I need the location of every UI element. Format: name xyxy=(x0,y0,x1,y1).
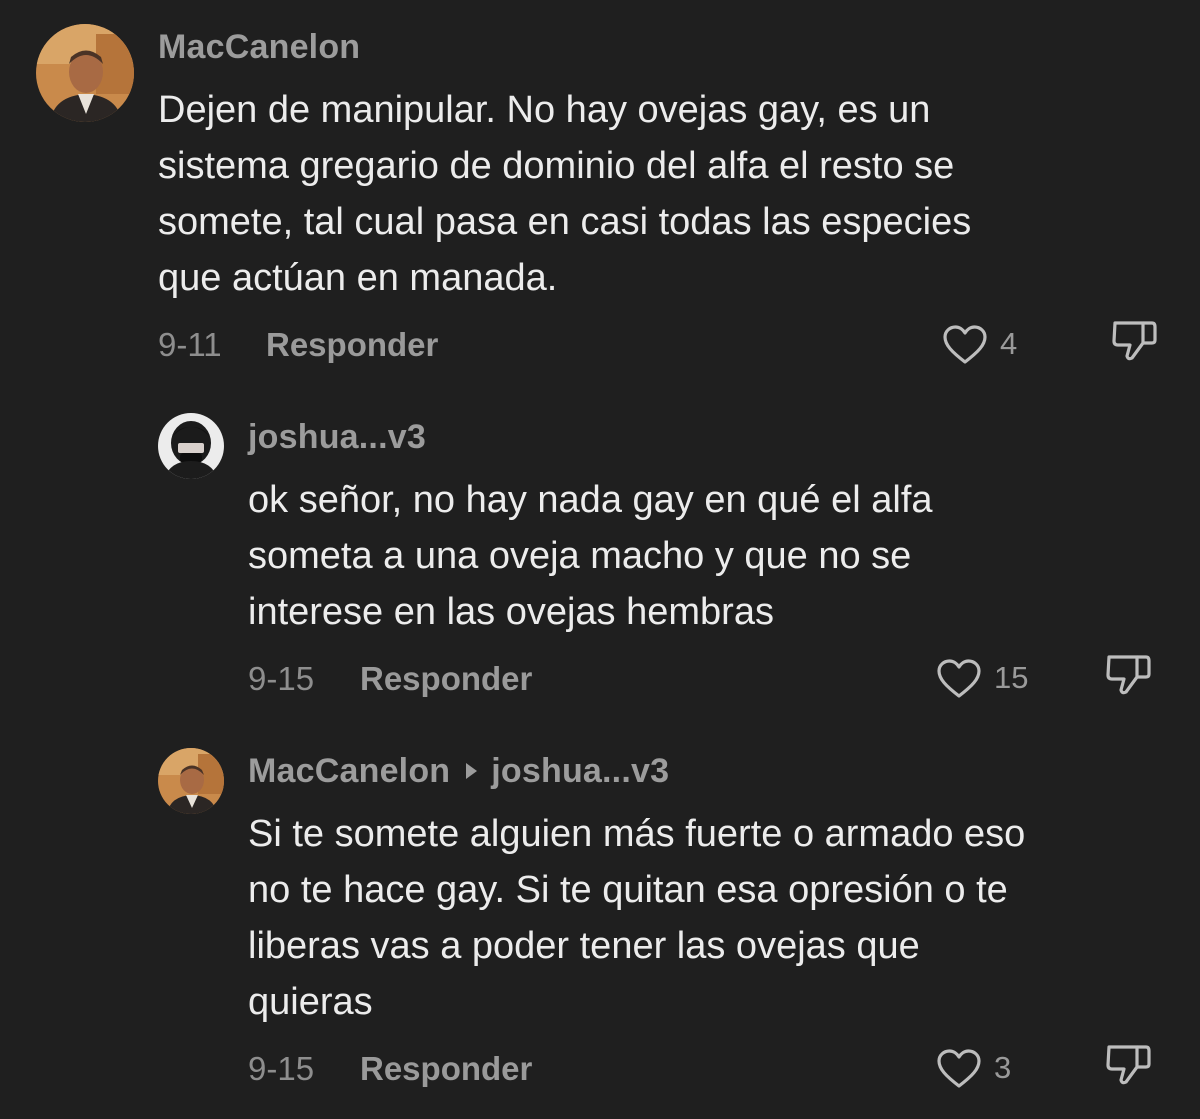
avatar[interactable] xyxy=(158,748,224,814)
comment-date: 9-11 xyxy=(158,326,222,363)
comment-line: someta a una oveja macho y que no se xyxy=(248,535,912,577)
comment-line: somete, tal cual pasa en casi todas las … xyxy=(158,201,972,243)
comment-meta: 9-15 Responder 3 xyxy=(248,1045,1168,1090)
comment-line: quieras xyxy=(248,981,373,1023)
reply-button[interactable]: Responder xyxy=(266,326,438,364)
heart-outline-icon xyxy=(943,325,987,364)
comment-text: Dejen de manipular. No hay ovejas gay, e… xyxy=(158,82,971,306)
heart-outline-icon xyxy=(937,1049,981,1088)
thumbs-down-outline-icon xyxy=(1106,655,1151,695)
comment-line: Dejen de manipular. No hay ovejas gay, e… xyxy=(158,89,931,131)
thumbs-down-outline-icon xyxy=(1106,1045,1151,1085)
comment-line: Si te somete alguien más fuerte o armado… xyxy=(248,813,1026,855)
thumbs-down-outline-icon xyxy=(1112,321,1157,361)
comment-line: no te hace gay. Si te quitan esa opresió… xyxy=(248,869,1008,911)
comment-date: 9-15 xyxy=(248,660,315,697)
comment-meta: 9-15 Responder 15 xyxy=(248,655,1168,700)
like-count: 15 xyxy=(994,660,1029,695)
reply-to-username[interactable]: joshua...v3 xyxy=(491,752,669,790)
username[interactable]: MacCanelon xyxy=(158,28,360,67)
comment-line: que actúan en manada. xyxy=(158,257,558,299)
comment-line: ok señor, no hay nada gay en qué el alfa xyxy=(248,479,933,521)
comment-date: 9-15 xyxy=(248,1050,315,1087)
comment-line: interese en las ovejas hembras xyxy=(248,591,774,633)
avatar[interactable] xyxy=(158,413,224,479)
dislike-button[interactable] xyxy=(1110,318,1158,372)
dislike-button[interactable] xyxy=(1104,652,1152,706)
username-with-reply-target: MacCanelon joshua...v3 xyxy=(248,752,669,791)
comment-line: sistema gregario de dominio del alfa el … xyxy=(158,145,955,187)
reply-arrow-icon xyxy=(466,763,478,779)
comment-text: Si te somete alguien más fuerte o armado… xyxy=(248,806,1025,1030)
dislike-button[interactable] xyxy=(1104,1042,1152,1096)
comment-text: ok señor, no hay nada gay en qué el alfa… xyxy=(248,472,933,640)
reply-button[interactable]: Responder xyxy=(360,660,532,698)
comment-meta: 9-11 Responder 4 xyxy=(158,321,1168,366)
username[interactable]: joshua...v3 xyxy=(248,418,426,457)
avatar[interactable] xyxy=(36,24,134,122)
comment-line: liberas vas a poder tener las ovejas que xyxy=(248,925,920,967)
like-count: 3 xyxy=(994,1050,1012,1085)
heart-outline-icon xyxy=(937,659,981,698)
reply-button[interactable]: Responder xyxy=(360,1050,532,1088)
username[interactable]: MacCanelon xyxy=(248,752,450,790)
like-count: 4 xyxy=(1000,326,1018,361)
